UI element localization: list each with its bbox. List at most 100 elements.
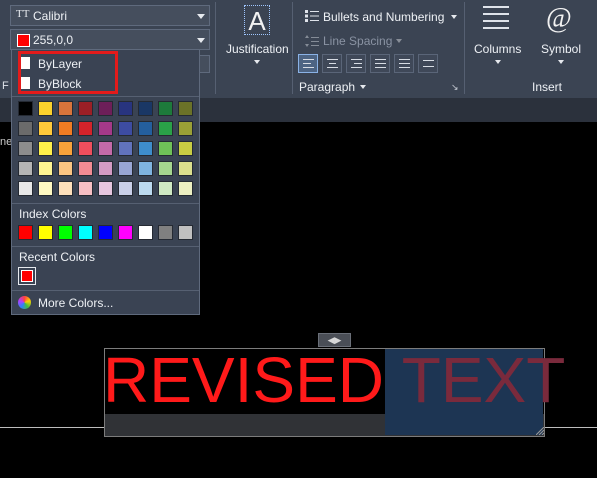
palette-color-swatch[interactable] <box>138 101 153 116</box>
align-center-icon[interactable] <box>322 54 342 73</box>
paragraph-panel-label[interactable]: Paragraph <box>299 80 355 94</box>
palette-color-swatch[interactable] <box>98 181 113 196</box>
columns-dropdown-icon[interactable] <box>495 60 501 64</box>
palette-color-swatch[interactable] <box>38 141 53 156</box>
palette-color-swatch[interactable] <box>138 121 153 136</box>
palette-color-swatch[interactable] <box>158 101 173 116</box>
palette-color-swatch[interactable] <box>58 181 73 196</box>
truetype-font-icon: TT <box>16 8 30 20</box>
palette-color-swatch[interactable] <box>118 141 133 156</box>
index-color-swatch[interactable] <box>138 225 153 240</box>
justification-dropdown-icon[interactable] <box>254 60 260 64</box>
color-dropdown-menu: ByLayer ByBlock Index Colors Recent Colo… <box>11 49 200 315</box>
mtext-content[interactable]: REVISED TEXT <box>103 345 565 415</box>
font-value: Calibri <box>33 9 68 23</box>
palette-color-swatch[interactable] <box>38 181 53 196</box>
line-spacing-dropdown-icon[interactable] <box>396 39 402 43</box>
palette-color-swatch[interactable] <box>158 181 173 196</box>
palette-color-swatch[interactable] <box>78 181 93 196</box>
more-colors-button[interactable]: More Colors... <box>38 296 113 310</box>
paragraph-dialog-launcher-icon[interactable]: ↘ <box>451 82 459 93</box>
palette-color-swatch[interactable] <box>118 161 133 176</box>
palette-color-swatch[interactable] <box>138 181 153 196</box>
menu-separator <box>12 246 199 247</box>
line-spacing-button[interactable]: Line Spacing <box>323 34 392 48</box>
index-color-swatch[interactable] <box>178 225 193 240</box>
palette-color-swatch[interactable] <box>58 161 73 176</box>
align-right-icon[interactable] <box>346 54 366 73</box>
palette-color-swatch[interactable] <box>38 121 53 136</box>
index-color-swatch[interactable] <box>58 225 73 240</box>
palette-color-swatch[interactable] <box>78 121 93 136</box>
justification-icon[interactable]: A <box>244 5 270 36</box>
palette-color-swatch[interactable] <box>58 121 73 136</box>
palette-color-swatch[interactable] <box>118 101 133 116</box>
palette-color-swatch[interactable] <box>18 141 33 156</box>
text-word-selected[interactable]: TEXT <box>402 344 566 416</box>
bullets-and-numbering-button[interactable]: Bullets and Numbering <box>323 10 444 24</box>
justification-button[interactable]: Justification <box>226 42 289 56</box>
palette-color-swatch[interactable] <box>118 181 133 196</box>
palette-color-swatch[interactable] <box>98 161 113 176</box>
align-justify-icon[interactable] <box>370 54 390 73</box>
palette-color-swatch[interactable] <box>158 161 173 176</box>
index-color-swatch[interactable] <box>158 225 173 240</box>
palette-color-swatch[interactable] <box>118 121 133 136</box>
palette-color-swatch[interactable] <box>138 161 153 176</box>
bullets-icon <box>305 10 319 22</box>
current-color-swatch <box>17 34 30 47</box>
palette-color-swatch[interactable] <box>178 121 193 136</box>
paragraph-settings-icon[interactable] <box>418 54 438 73</box>
palette-color-swatch[interactable] <box>178 101 193 116</box>
color-value: 255,0,0 <box>33 33 74 47</box>
text-word-revised[interactable]: REVISED <box>103 344 384 416</box>
palette-color-swatch[interactable] <box>58 101 73 116</box>
symbol-dropdown-icon[interactable] <box>558 60 564 64</box>
recent-color-fill <box>21 270 33 282</box>
palette-color-swatch[interactable] <box>58 141 73 156</box>
recent-color-swatch[interactable] <box>18 267 36 285</box>
text-color-dropdown[interactable]: 255,0,0 <box>10 29 210 50</box>
palette-color-swatch[interactable] <box>158 141 173 156</box>
index-colors-heading: Index Colors <box>19 207 87 221</box>
panel-separator <box>464 2 465 94</box>
columns-button[interactable]: Columns <box>474 42 521 56</box>
palette-color-swatch[interactable] <box>18 121 33 136</box>
resize-grip-icon[interactable] <box>536 427 544 435</box>
index-color-swatch[interactable] <box>98 225 113 240</box>
palette-color-swatch[interactable] <box>78 161 93 176</box>
palette-color-swatch[interactable] <box>18 101 33 116</box>
palette-color-swatch[interactable] <box>178 181 193 196</box>
palette-color-swatch[interactable] <box>178 161 193 176</box>
recent-colors-heading: Recent Colors <box>19 250 96 264</box>
palette-color-swatch[interactable] <box>98 141 113 156</box>
chevron-down-icon <box>197 14 205 19</box>
palette-color-swatch[interactable] <box>38 101 53 116</box>
align-distribute-icon[interactable] <box>394 54 414 73</box>
index-color-swatch[interactable] <box>78 225 93 240</box>
palette-color-swatch[interactable] <box>78 101 93 116</box>
formatting-panel-label-fragment: F <box>2 80 9 92</box>
bullets-dropdown-icon[interactable] <box>451 15 457 19</box>
palette-color-swatch[interactable] <box>158 121 173 136</box>
color-wheel-icon[interactable] <box>18 296 31 309</box>
palette-color-swatch[interactable] <box>18 161 33 176</box>
palette-color-swatch[interactable] <box>138 141 153 156</box>
index-color-swatch[interactable] <box>118 225 133 240</box>
palette-color-swatch[interactable] <box>98 121 113 136</box>
menu-separator <box>12 290 199 291</box>
columns-icon[interactable] <box>483 6 509 34</box>
index-color-swatch[interactable] <box>18 225 33 240</box>
align-left-icon[interactable] <box>298 54 318 73</box>
palette-color-swatch[interactable] <box>78 141 93 156</box>
palette-color-swatch[interactable] <box>98 101 113 116</box>
hidden-control-edge[interactable] <box>199 55 210 73</box>
index-color-swatch[interactable] <box>38 225 53 240</box>
font-dropdown[interactable]: TT Calibri <box>10 5 210 26</box>
palette-color-swatch[interactable] <box>18 181 33 196</box>
symbol-button[interactable]: Symbol <box>541 42 581 56</box>
symbol-icon[interactable]: @ <box>546 3 572 35</box>
palette-color-swatch[interactable] <box>178 141 193 156</box>
paragraph-panel-dropdown-icon[interactable] <box>360 85 366 89</box>
palette-color-swatch[interactable] <box>38 161 53 176</box>
